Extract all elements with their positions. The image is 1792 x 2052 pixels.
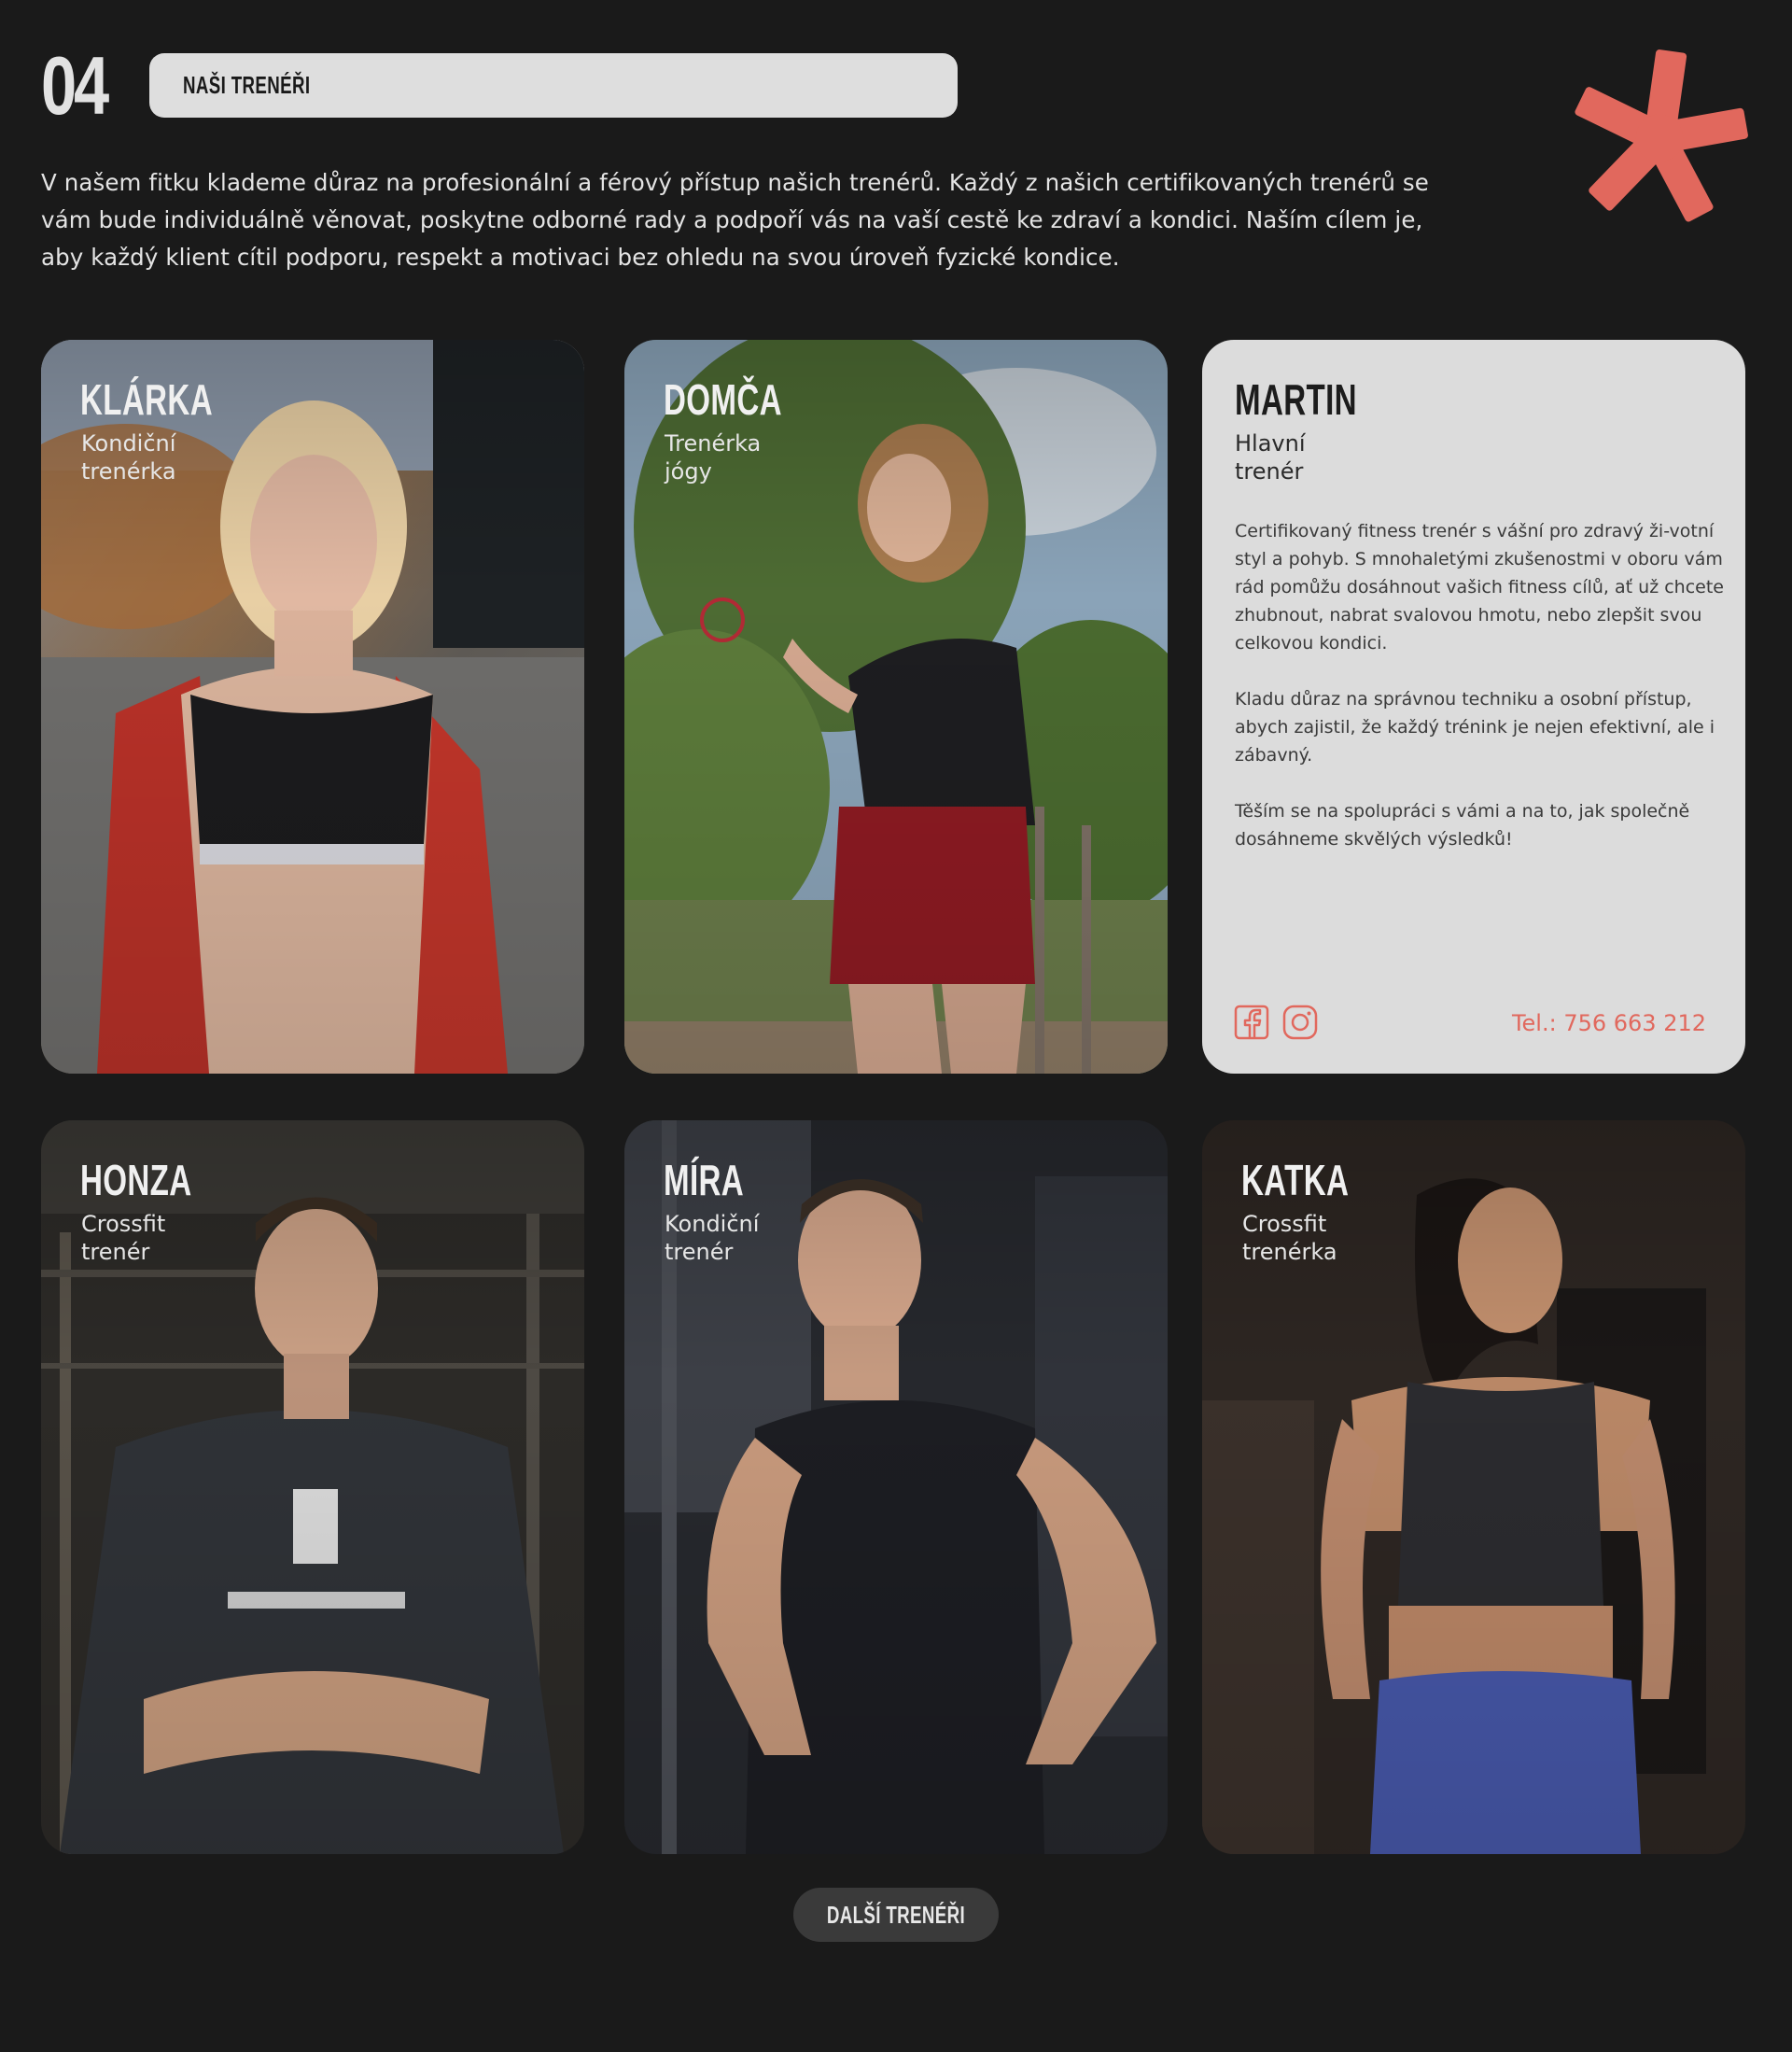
trainer-name: KLÁRKA	[80, 375, 213, 424]
trainer-role: Kondiční trenérka	[81, 430, 176, 485]
asterisk-icon	[1575, 49, 1748, 222]
bio-paragraph: Kladu důraz na správnou techniku a osobn…	[1235, 689, 1715, 766]
trainer-name: DOMČA	[664, 375, 782, 424]
trainer-bio: Certifikovaný fitness trenér s vášní pro…	[1235, 517, 1729, 881]
bio-paragraph: Certifikovaný fitness trenér s vášní pro…	[1235, 521, 1724, 654]
section-title: NAŠI TRENÉŘI	[183, 71, 311, 99]
instagram-icon[interactable]	[1282, 1005, 1318, 1040]
trainer-card-martin[interactable]: MARTIN Hlavní trenér Certifikovaný fitne…	[1202, 340, 1745, 1074]
facebook-icon[interactable]	[1234, 1005, 1269, 1040]
section-title-pill: NAŠI TRENÉŘI	[149, 53, 958, 118]
trainer-card-honza[interactable]: HONZA Crossfit trenér	[41, 1120, 584, 1854]
section-intro: V našem fitku klademe důraz na profesion…	[41, 169, 1429, 271]
trainer-name: KATKA	[1241, 1156, 1350, 1204]
trainer-name: MÍRA	[664, 1156, 745, 1204]
bio-paragraph: Těším se na spolupráci s vámi a na to, j…	[1235, 801, 1690, 850]
more-trainers-button[interactable]: DALŠÍ TRENÉŘI	[793, 1888, 999, 1942]
phone-link[interactable]: Tel.: 756 663 212	[1512, 1010, 1706, 1036]
trainer-role: Crossfit trenér	[81, 1211, 166, 1265]
social-links	[1234, 1005, 1318, 1040]
section-number: 04	[41, 39, 109, 132]
more-trainers-label: DALŠÍ TRENÉŘI	[826, 1900, 966, 1929]
trainer-role: Crossfit trenérka	[1242, 1211, 1337, 1265]
trainer-role: Hlavní trenér	[1235, 430, 1306, 485]
trainer-card-domca[interactable]: DOMČA Trenérka jógy	[624, 340, 1168, 1074]
trainer-card-katka[interactable]: KATKA Crossfit trenérka	[1202, 1120, 1745, 1854]
trainer-name: HONZA	[80, 1156, 192, 1204]
trainer-name: MARTIN	[1235, 375, 1357, 424]
trainer-card-mira[interactable]: MÍRA Kondiční trenér	[624, 1120, 1168, 1854]
trainer-role: Trenérka jógy	[665, 430, 762, 485]
trainer-card-klarka[interactable]: KLÁRKA Kondiční trenérka	[41, 340, 584, 1074]
trainer-role: Kondiční trenér	[665, 1211, 760, 1265]
